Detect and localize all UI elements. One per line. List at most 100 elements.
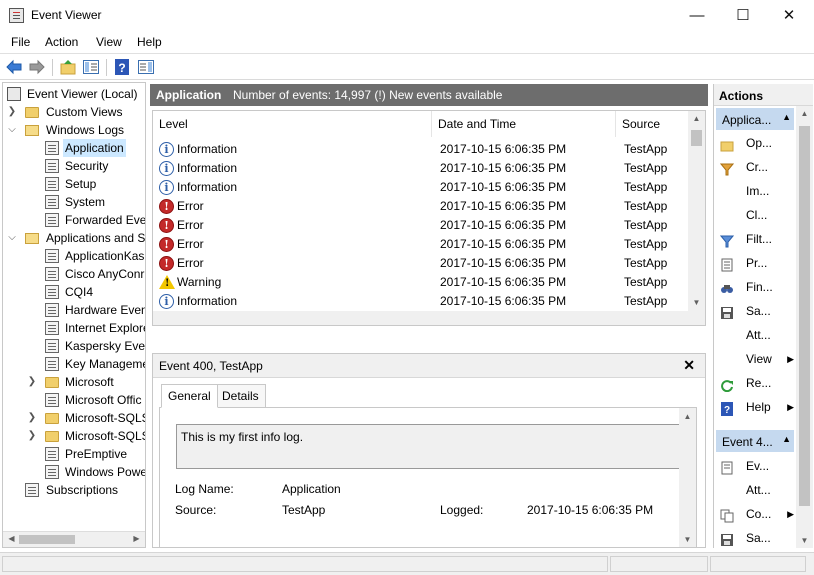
close-button[interactable]: ✕ — [766, 0, 812, 31]
scroll-up-icon[interactable]: ▲ — [796, 109, 813, 118]
tree-item-label: Microsoft — [65, 375, 114, 389]
scrollbar-thumb[interactable] — [691, 130, 702, 146]
event-row[interactable]: ! Error 2017-10-15 6:06:35 PM TestApp — [153, 235, 689, 254]
maximize-button[interactable]: ☐ — [720, 0, 766, 31]
menu-view[interactable]: View — [96, 35, 122, 49]
event-row[interactable]: iInformation 2017-10-15 6:06:35 PM TestApp — [153, 178, 689, 197]
chevron-right-icon[interactable]: ❯ — [27, 409, 37, 427]
action-item[interactable]: Re... — [716, 371, 794, 395]
action-item[interactable]: ? Help ▶ — [716, 395, 794, 419]
chevron-right-icon[interactable]: ❯ — [27, 427, 37, 445]
action-section-label: Applica... — [722, 113, 772, 127]
action-item[interactable]: Ev... — [716, 454, 794, 478]
menu-file[interactable]: File — [11, 35, 30, 49]
tab-details[interactable]: Details — [215, 384, 266, 408]
folder-icon — [45, 431, 59, 442]
chevron-right-icon[interactable]: ❯ — [7, 103, 17, 121]
event-row[interactable]: iInformation 2017-10-15 6:06:35 PM TestApp — [153, 292, 689, 311]
event-log-icon — [45, 357, 59, 371]
action-item[interactable]: Cr... — [716, 155, 794, 179]
tree-item-label: Custom Views — [46, 105, 123, 119]
action-item[interactable]: Att... — [716, 323, 794, 347]
scroll-left-icon[interactable]: ◀ — [3, 534, 20, 543]
column-header-level[interactable]: Level — [153, 111, 432, 137]
action-item[interactable]: Pr... — [716, 251, 794, 275]
event-log-icon — [45, 303, 59, 317]
event-log-icon — [45, 141, 59, 155]
general-tab-panel: This is my first info log. Log Name: App… — [159, 407, 697, 547]
scrollbar-thumb[interactable] — [799, 126, 810, 506]
event-row[interactable]: Warning 2017-10-15 6:06:35 PM TestApp — [153, 273, 689, 292]
show-hide-tree-icon[interactable] — [82, 58, 100, 76]
open-folder-icon — [25, 233, 39, 244]
event-description: This is my first info log. — [176, 424, 688, 469]
tree-horizontal-scrollbar[interactable]: ◀ ▶ — [3, 531, 145, 547]
action-item[interactable]: Cl... — [716, 203, 794, 227]
show-hide-action-pane-icon[interactable] — [137, 58, 155, 76]
chevron-down-icon[interactable]: ⌵ — [7, 121, 17, 139]
menu-action[interactable]: Action — [45, 35, 78, 49]
tree-item-label: Microsoft-SQLS — [65, 411, 146, 425]
event-level: Warning — [177, 275, 222, 289]
scrollbar-thumb[interactable] — [19, 535, 75, 544]
tree-item-label: Cisco AnyConr — [65, 267, 145, 281]
close-icon[interactable]: ✕ — [683, 357, 695, 374]
action-item[interactable]: Fin... — [716, 275, 794, 299]
scroll-down-icon[interactable]: ▼ — [679, 535, 696, 544]
tree-item-label: Windows Logs — [46, 123, 125, 137]
column-header-date-time[interactable]: Date and Time — [432, 111, 616, 137]
event-log-icon — [45, 159, 59, 173]
tab-general[interactable]: General — [161, 384, 218, 408]
action-item[interactable]: Filt... — [716, 227, 794, 251]
open-folder-icon — [25, 125, 39, 136]
scroll-up-icon[interactable]: ▲ — [688, 114, 705, 123]
menu-help[interactable]: Help — [137, 35, 162, 49]
help-icon[interactable]: ? — [113, 58, 131, 76]
action-item[interactable]: Co... ▶ — [716, 502, 794, 526]
event-date-time: 2017-10-15 6:06:35 PM — [440, 237, 567, 251]
event-properties-icon — [720, 459, 734, 475]
event-row[interactable]: ! Error 2017-10-15 6:06:35 PM TestApp — [153, 197, 689, 216]
event-viewer-app-icon — [9, 8, 24, 23]
action-item[interactable]: Sa... — [716, 526, 794, 548]
scroll-up-icon[interactable]: ▲ — [679, 412, 696, 421]
event-list-vertical-scrollbar[interactable]: ▲ ▼ — [688, 111, 705, 325]
action-section-application[interactable]: Applica... ▲ — [716, 108, 794, 130]
scroll-down-icon[interactable]: ▼ — [796, 536, 813, 545]
logged-label: Logged: — [440, 503, 484, 517]
collapse-icon[interactable]: ▲ — [782, 112, 791, 122]
collapse-icon[interactable]: ▲ — [782, 434, 791, 444]
event-source: TestApp — [624, 142, 668, 156]
action-item[interactable]: Sa... — [716, 299, 794, 323]
actions-vertical-scrollbar[interactable]: ▲ ▼ — [796, 106, 813, 548]
find-icon — [720, 280, 734, 294]
error-icon: ! — [159, 199, 174, 214]
action-item[interactable]: Att... — [716, 478, 794, 502]
event-detail-pane: Event 400, TestApp ✕ General Details Thi… — [152, 353, 706, 548]
chevron-right-icon[interactable]: ❯ — [27, 373, 37, 391]
forward-arrow-icon[interactable] — [28, 58, 46, 76]
action-section-event[interactable]: Event 4... ▲ — [716, 430, 794, 452]
action-label: Sa... — [746, 304, 771, 318]
minimize-button[interactable]: — — [674, 0, 720, 31]
column-header-source[interactable]: Source — [616, 111, 689, 137]
up-folder-icon[interactable] — [59, 58, 77, 76]
detail-vertical-scrollbar[interactable]: ▲ ▼ — [679, 408, 696, 547]
chevron-down-icon[interactable]: ⌵ — [7, 229, 17, 247]
action-item[interactable]: Im... — [716, 179, 794, 203]
back-arrow-icon[interactable] — [5, 58, 23, 76]
scroll-down-icon[interactable]: ▼ — [688, 298, 705, 307]
event-list-horizontal-scrollbar[interactable] — [153, 311, 689, 325]
event-row[interactable]: iInformation 2017-10-15 6:06:35 PM TestApp — [153, 140, 689, 159]
scroll-right-icon[interactable]: ▶ — [128, 534, 145, 543]
event-row[interactable]: ! Error 2017-10-15 6:06:35 PM TestApp — [153, 216, 689, 235]
title-bar: Event Viewer — ☐ ✕ — [0, 0, 814, 31]
action-item[interactable]: View ▶ — [716, 347, 794, 371]
log-name-value: Application — [282, 482, 341, 496]
warning-icon — [159, 275, 175, 290]
action-item[interactable]: Op... — [716, 131, 794, 155]
event-row[interactable]: iInformation 2017-10-15 6:06:35 PM TestApp — [153, 159, 689, 178]
event-row[interactable]: ! Error 2017-10-15 6:06:35 PM TestApp — [153, 254, 689, 273]
event-log-icon — [45, 177, 59, 191]
error-icon: ! — [159, 237, 174, 252]
